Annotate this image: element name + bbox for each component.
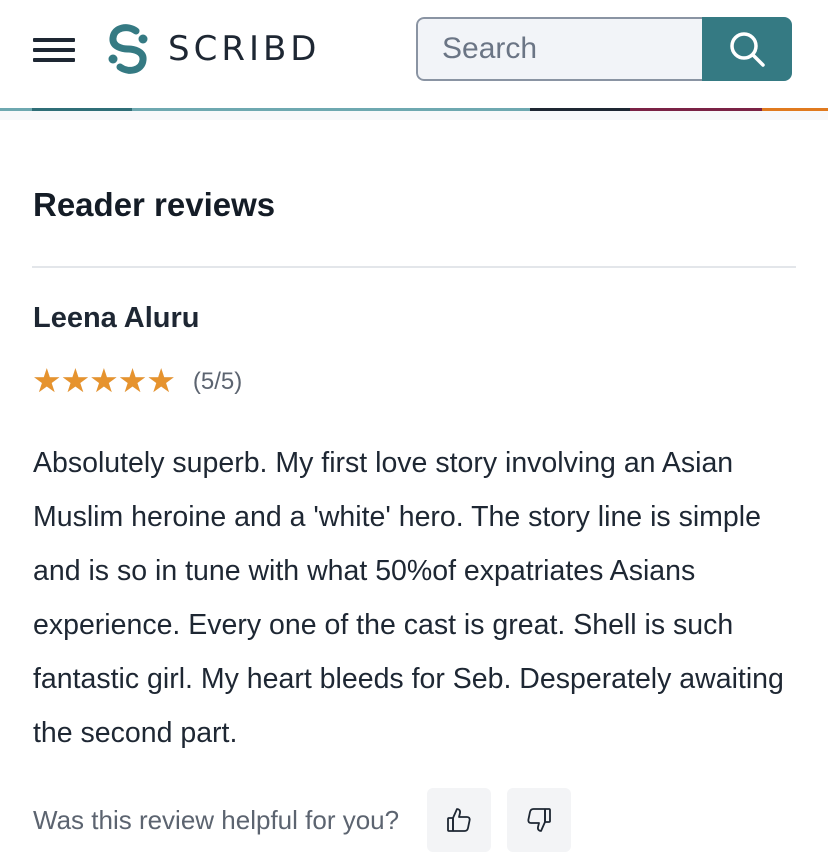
- thumbs-down-button[interactable]: [507, 788, 572, 852]
- reader-reviews-heading: Reader reviews: [33, 186, 276, 223]
- helpful-prompt: Was this review helpful for you?: [33, 804, 400, 835]
- star-rating-fill: ★★★★★: [32, 363, 175, 397]
- scribd-logo-icon: [108, 24, 148, 74]
- section-divider: [32, 266, 796, 268]
- thumbs-up-button[interactable]: [427, 788, 492, 852]
- scribd-logo[interactable]: SCRIBD: [106, 22, 320, 76]
- hamburger-menu-icon[interactable]: [33, 36, 77, 64]
- search-icon: [730, 32, 765, 67]
- review-text: Absolutely superb. My first love story i…: [33, 447, 784, 749]
- search-button[interactable]: [702, 17, 792, 81]
- search-bar: [416, 17, 792, 81]
- logo-wordmark: SCRIBD: [168, 29, 321, 69]
- header-shadow-band: [0, 111, 828, 120]
- helpful-feedback: Was this review helpful for you?: [33, 788, 572, 852]
- star-icon: ★★★★★ ★★★★★: [32, 361, 176, 399]
- reviewer-name: Leena Aluru: [33, 302, 200, 334]
- site-header: SCRIBD: [0, 0, 828, 110]
- rating-text: (5/5): [192, 367, 243, 395]
- thumbs-up-icon: [447, 808, 471, 832]
- star-rating: ★★★★★ ★★★★★ (5/5): [32, 360, 242, 400]
- search-input[interactable]: [416, 17, 702, 81]
- thumbs-down-icon: [527, 808, 551, 832]
